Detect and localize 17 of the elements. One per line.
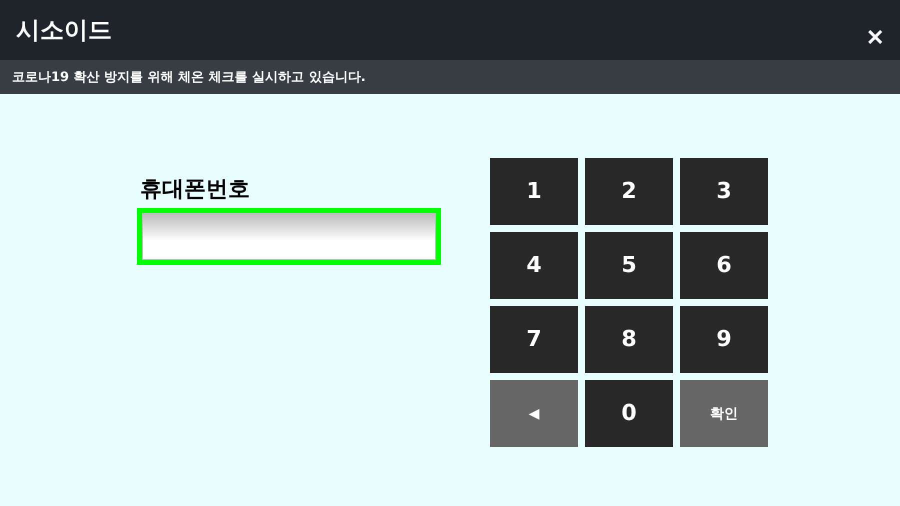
- notice-banner: 코로나19 확산 방지를 위해 체온 체크를 실시하고 있습니다.: [0, 60, 900, 94]
- action-key[interactable]: 확인: [680, 380, 768, 447]
- digit-key[interactable]: 2: [585, 158, 673, 225]
- phone-input-field[interactable]: [137, 208, 441, 265]
- digit-key[interactable]: 4: [490, 232, 578, 299]
- field-label: 휴대폰번호: [140, 176, 251, 204]
- close-button[interactable]: ✕: [862, 21, 888, 55]
- window-title: 시소이드: [16, 15, 112, 46]
- action-key[interactable]: ◀: [490, 380, 578, 447]
- digit-key[interactable]: 1: [490, 158, 578, 225]
- digit-key[interactable]: 0: [585, 380, 673, 447]
- digit-key[interactable]: 3: [680, 158, 768, 225]
- digit-key[interactable]: 8: [585, 306, 673, 373]
- digit-key[interactable]: 6: [680, 232, 768, 299]
- digit-key[interactable]: 5: [585, 232, 673, 299]
- digit-key[interactable]: 7: [490, 306, 578, 373]
- digit-key[interactable]: 9: [680, 306, 768, 373]
